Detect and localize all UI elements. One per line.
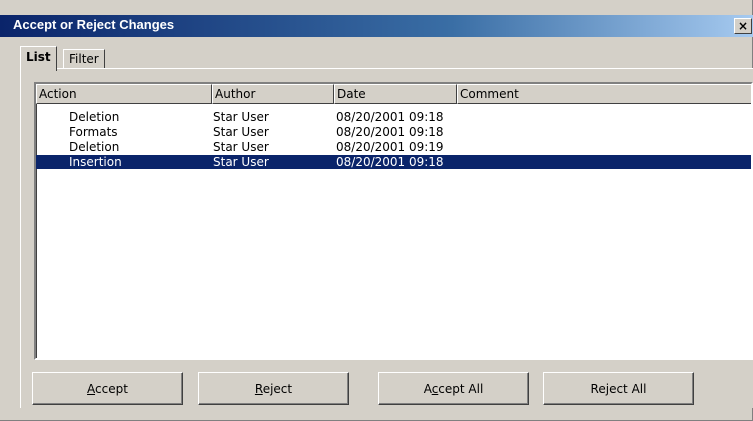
accept-button[interactable]: Accept (32, 372, 183, 405)
accept-reject-dialog: Accept or Reject Changes × List Filter A… (0, 0, 753, 421)
tab-filter[interactable]: Filter (63, 49, 105, 69)
changes-list[interactable]: Action Author Date Comment Deletion Star… (34, 82, 753, 360)
column-header-action[interactable]: Action (36, 84, 212, 104)
column-header-comment[interactable]: Comment (457, 84, 751, 104)
cell-author: Star User (213, 155, 269, 169)
table-row[interactable]: Deletion Star User 08/20/2001 09:19 (36, 140, 751, 154)
cell-author: Star User (213, 110, 269, 124)
table-row[interactable]: Deletion Star User 08/20/2001 09:18 (36, 110, 751, 124)
cell-action: Formats (69, 125, 118, 139)
reject-all-button[interactable]: Reject All (543, 372, 694, 405)
accept-mnemonic: A (87, 381, 96, 396)
table-row-selected[interactable]: Insertion Star User 08/20/2001 09:18 (36, 155, 751, 169)
close-icon: × (737, 18, 749, 33)
cell-action: Deletion (69, 110, 120, 124)
window-title: Accept or Reject Changes (13, 17, 175, 32)
cell-action: Deletion (69, 140, 120, 154)
tab-list[interactable]: List (20, 46, 57, 71)
accept-all-button[interactable]: Accept All (378, 372, 529, 405)
title-bar[interactable]: Accept or Reject Changes × (0, 15, 753, 37)
list-header: Action Author Date Comment (36, 84, 751, 104)
table-row[interactable]: Formats Star User 08/20/2001 09:18 (36, 125, 751, 139)
reject-mnemonic: R (254, 381, 263, 396)
column-header-date[interactable]: Date (334, 84, 457, 104)
reject-button[interactable]: Reject (198, 372, 349, 405)
column-header-author[interactable]: Author (212, 84, 334, 104)
cell-action: Insertion (69, 155, 122, 169)
tab-filter-label: Filter (69, 52, 99, 66)
tab-list-label: List (26, 50, 51, 64)
cell-date: 08/20/2001 09:19 (336, 140, 444, 154)
cell-author: Star User (213, 125, 269, 139)
cell-author: Star User (213, 140, 269, 154)
cell-date: 08/20/2001 09:18 (336, 155, 444, 169)
cell-date: 08/20/2001 09:18 (336, 110, 444, 124)
cell-date: 08/20/2001 09:18 (336, 125, 444, 139)
close-button[interactable]: × (734, 18, 752, 34)
